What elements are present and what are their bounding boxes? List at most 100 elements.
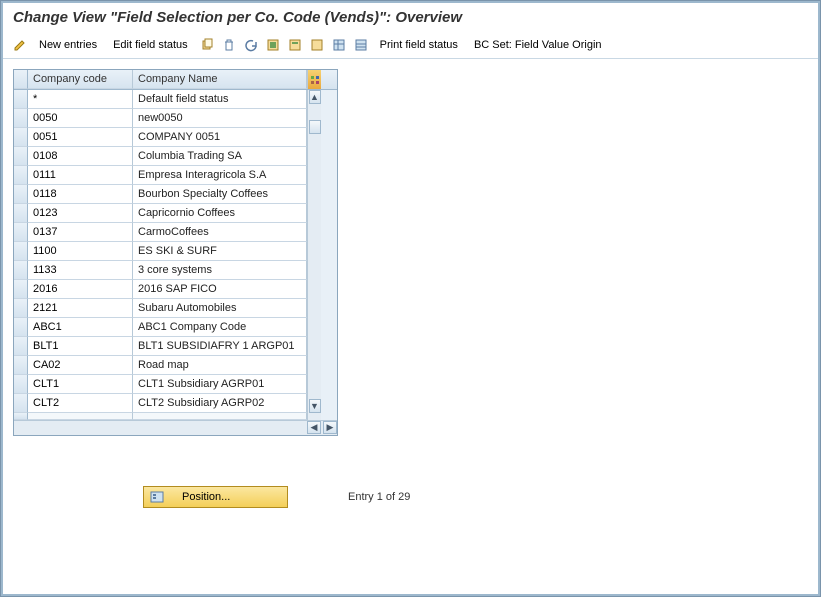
cell-company-code[interactable]: 1133	[28, 261, 133, 280]
scroll-up-icon[interactable]: ▲	[309, 90, 321, 104]
cell-company-name[interactable]: new0050	[133, 109, 307, 128]
select-all-rows[interactable]	[14, 70, 28, 89]
row-selector[interactable]	[14, 318, 28, 337]
cell-company-name[interactable]: 2016 SAP FICO	[133, 280, 307, 299]
table-row[interactable]: ABC1ABC1 Company Code	[14, 318, 307, 337]
row-selector[interactable]	[14, 204, 28, 223]
table-row[interactable]: 20162016 SAP FICO	[14, 280, 307, 299]
row-selector[interactable]	[14, 147, 28, 166]
cell-empty	[133, 413, 307, 420]
row-selector[interactable]	[14, 413, 28, 420]
table-row[interactable]: 0123Capricornio Coffees	[14, 204, 307, 223]
entry-counter: Entry 1 of 29	[348, 491, 410, 503]
row-selector[interactable]	[14, 166, 28, 185]
table-config2-icon[interactable]	[352, 36, 370, 54]
cell-company-name[interactable]: Empresa Interagricola S.A	[133, 166, 307, 185]
cell-company-name[interactable]: Bourbon Specialty Coffees	[133, 185, 307, 204]
table-config-icon[interactable]	[330, 36, 348, 54]
row-selector[interactable]	[14, 356, 28, 375]
edit-field-status-button[interactable]: Edit field status	[113, 39, 188, 51]
table-row[interactable]: 0051COMPANY 0051	[14, 128, 307, 147]
cell-company-name[interactable]: Capricornio Coffees	[133, 204, 307, 223]
row-selector[interactable]	[14, 109, 28, 128]
cell-company-code[interactable]: 1100	[28, 242, 133, 261]
pencil-icon[interactable]	[11, 36, 29, 54]
bc-set-button[interactable]: BC Set: Field Value Origin	[474, 39, 602, 51]
cell-company-code[interactable]: 0118	[28, 185, 133, 204]
row-selector[interactable]	[14, 337, 28, 356]
cell-company-name[interactable]: ES SKI & SURF	[133, 242, 307, 261]
row-selector[interactable]	[14, 90, 28, 109]
print-field-status-button[interactable]: Print field status	[380, 39, 458, 51]
table-row[interactable]: 0050new0050	[14, 109, 307, 128]
table-row[interactable]: CLT1CLT1 Subsidiary AGRP01	[14, 375, 307, 394]
col-header-code[interactable]: Company code	[28, 70, 133, 89]
table-row[interactable]: *Default field status	[14, 90, 307, 109]
cell-company-name[interactable]: ABC1 Company Code	[133, 318, 307, 337]
table-row[interactable]: 0111Empresa Interagricola S.A	[14, 166, 307, 185]
cell-company-code[interactable]: BLT1	[28, 337, 133, 356]
cell-company-code[interactable]: 2016	[28, 280, 133, 299]
vertical-scrollbar[interactable]: ▲ ▼	[307, 90, 321, 413]
cell-company-code[interactable]: 0051	[28, 128, 133, 147]
cell-company-code[interactable]: ABC1	[28, 318, 133, 337]
table-row[interactable]: 0108Columbia Trading SA	[14, 147, 307, 166]
table-row[interactable]: 1100ES SKI & SURF	[14, 242, 307, 261]
row-selector[interactable]	[14, 280, 28, 299]
cell-company-name[interactable]: Subaru Automobiles	[133, 299, 307, 318]
row-selector[interactable]	[14, 375, 28, 394]
scroll-down-icon[interactable]: ▼	[309, 399, 321, 413]
cell-company-code[interactable]: CLT1	[28, 375, 133, 394]
cell-company-name[interactable]: Default field status	[133, 90, 307, 109]
cell-company-name[interactable]: CLT2 Subsidiary AGRP02	[133, 394, 307, 413]
undo-icon[interactable]	[242, 36, 260, 54]
select-all-icon[interactable]	[264, 36, 282, 54]
table-row[interactable]: CLT2CLT2 Subsidiary AGRP02	[14, 394, 307, 413]
scroll-right-icon[interactable]: ▶	[323, 421, 337, 434]
row-selector[interactable]	[14, 185, 28, 204]
row-selector[interactable]	[14, 128, 28, 147]
copy-icon[interactable]	[198, 36, 216, 54]
position-button-label: Position...	[182, 491, 230, 503]
delete-icon[interactable]	[220, 36, 238, 54]
horizontal-scrollbar[interactable]: ◀ ▶	[14, 420, 337, 435]
table-row[interactable]: 0137CarmoCoffees	[14, 223, 307, 242]
cell-company-code[interactable]: 2121	[28, 299, 133, 318]
cell-company-code[interactable]: 0137	[28, 223, 133, 242]
row-selector[interactable]	[14, 242, 28, 261]
cell-company-code[interactable]: 0123	[28, 204, 133, 223]
cell-company-code[interactable]: 0111	[28, 166, 133, 185]
page-title: Change View "Field Selection per Co. Cod…	[3, 3, 818, 32]
deselect-all-icon[interactable]	[308, 36, 326, 54]
scroll-left-icon[interactable]: ◀	[307, 421, 321, 434]
table-row[interactable]: 11333 core systems	[14, 261, 307, 280]
row-selector[interactable]	[14, 223, 28, 242]
cell-company-name[interactable]: CLT1 Subsidiary AGRP01	[133, 375, 307, 394]
table-row[interactable]: CA02Road map	[14, 356, 307, 375]
new-entries-button[interactable]: New entries	[39, 39, 97, 51]
cell-company-code[interactable]: CLT2	[28, 394, 133, 413]
scroll-thumb[interactable]	[309, 120, 321, 134]
row-selector[interactable]	[14, 299, 28, 318]
cell-company-code[interactable]: 0108	[28, 147, 133, 166]
select-block-icon[interactable]	[286, 36, 304, 54]
cell-company-code[interactable]: *	[28, 90, 133, 109]
table-row[interactable]: 0118Bourbon Specialty Coffees	[14, 185, 307, 204]
table-row[interactable]: 2121Subaru Automobiles	[14, 299, 307, 318]
cell-company-name[interactable]: BLT1 SUBSIDIAFRY 1 ARGP01	[133, 337, 307, 356]
table-row[interactable]: BLT1BLT1 SUBSIDIAFRY 1 ARGP01	[14, 337, 307, 356]
company-code-table: Company code Company Name *Default field…	[13, 69, 338, 436]
cell-company-code[interactable]: 0050	[28, 109, 133, 128]
col-header-name[interactable]: Company Name	[133, 70, 307, 89]
cell-company-name[interactable]: 3 core systems	[133, 261, 307, 280]
position-button[interactable]: Position...	[143, 486, 288, 508]
cell-company-name[interactable]: Columbia Trading SA	[133, 147, 307, 166]
row-selector[interactable]	[14, 261, 28, 280]
cell-company-name[interactable]: COMPANY 0051	[133, 128, 307, 147]
row-selector[interactable]	[14, 394, 28, 413]
cell-company-name[interactable]: Road map	[133, 356, 307, 375]
cell-company-name[interactable]: CarmoCoffees	[133, 223, 307, 242]
cell-company-code[interactable]: CA02	[28, 356, 133, 375]
toolbar: New entries Edit field status Print fiel…	[3, 32, 818, 59]
table-settings-icon[interactable]	[307, 70, 321, 89]
